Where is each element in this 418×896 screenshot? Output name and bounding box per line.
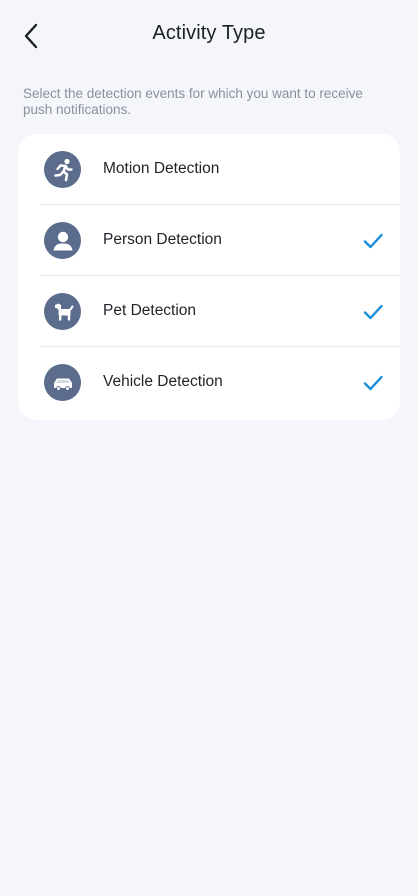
list-item-label: Vehicle Detection bbox=[103, 373, 223, 390]
checkmark-icon bbox=[363, 304, 383, 320]
list-item-pet-detection[interactable]: Pet Detection bbox=[18, 276, 400, 347]
checkmark-icon bbox=[363, 233, 383, 249]
header: Activity Type bbox=[0, 0, 418, 72]
list-item-motion-detection[interactable]: Motion Detection bbox=[18, 134, 400, 205]
description-text: Select the detection events for which yo… bbox=[23, 86, 363, 117]
list-item-vehicle-detection[interactable]: Vehicle Detection bbox=[18, 347, 400, 418]
list-item-person-detection[interactable]: Person Detection bbox=[18, 205, 400, 276]
list-item-label: Person Detection bbox=[103, 231, 222, 248]
page-title: Activity Type bbox=[152, 22, 266, 44]
person-icon bbox=[44, 222, 81, 259]
running-person-icon bbox=[44, 151, 81, 188]
checkmark-icon bbox=[363, 375, 383, 391]
dog-icon bbox=[44, 293, 81, 330]
activity-type-list: Motion Detection Person Detection Pet De… bbox=[18, 134, 400, 420]
car-icon bbox=[44, 364, 81, 401]
list-item-label: Motion Detection bbox=[103, 160, 220, 177]
list-item-label: Pet Detection bbox=[103, 302, 197, 319]
